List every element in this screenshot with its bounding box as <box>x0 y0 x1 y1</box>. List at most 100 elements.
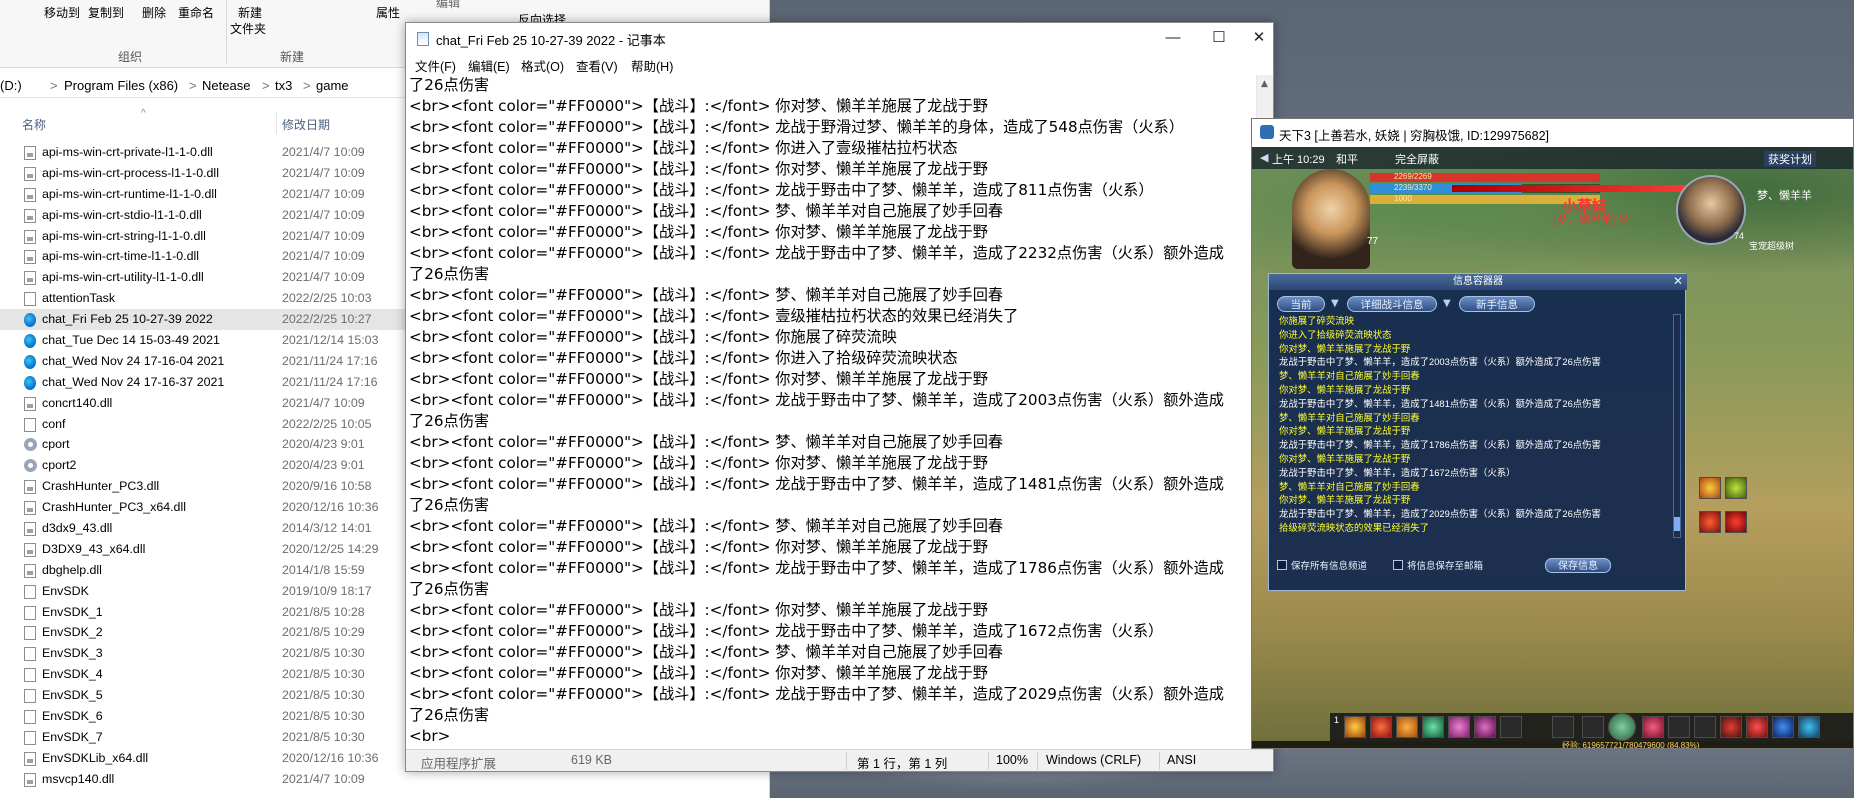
text-line: <br><font color="#FF0000">【战斗】:</font> 你… <box>409 664 988 682</box>
save-info-button[interactable]: 保存信息 <box>1545 558 1611 573</box>
save-all-checkbox[interactable] <box>1277 560 1287 570</box>
pk-mode-button[interactable]: 和平 <box>1336 151 1358 167</box>
tab-current[interactable]: 当前 <box>1277 296 1325 312</box>
log-line: 梦、懒羊羊对自己施展了妙手回春 <box>1279 480 1420 492</box>
column-divider[interactable] <box>276 112 277 134</box>
text-line: <br><font color="#FF0000">【战斗】:</font> 龙… <box>409 118 1184 136</box>
skill-bar: 1 7 8 9 <box>1330 713 1853 741</box>
skill-slot[interactable] <box>1500 716 1522 738</box>
game-titlebar[interactable]: 天下3 [上善若水, 妖娆 | 穷胸极饿, ID:129975682] <box>1252 119 1853 147</box>
skill-slot[interactable] <box>1725 511 1747 533</box>
skill-slot[interactable] <box>1396 716 1418 738</box>
text-line: 了26点伤害 <box>409 706 490 724</box>
menu-format[interactable]: 格式(O) <box>521 56 564 75</box>
minimize-button[interactable]: — <box>1151 26 1195 50</box>
skill-slot[interactable] <box>1344 716 1366 738</box>
target-level: 74 <box>1734 231 1745 241</box>
skill-slot[interactable] <box>1370 716 1392 738</box>
dropdown-icon[interactable]: ▼ <box>1331 298 1339 309</box>
skill-slot[interactable] <box>1772 716 1794 738</box>
new-folder-button-line2[interactable]: 文件夹 <box>230 20 266 37</box>
notepad-titlebar[interactable]: chat_Fri Feb 25 10-27-39 2022 - 记事本 — ☐ … <box>406 23 1273 53</box>
skill-slot[interactable] <box>1699 477 1721 499</box>
breadcrumb-game[interactable]: game <box>316 78 349 93</box>
skill-slot[interactable] <box>1582 716 1604 738</box>
menu-file[interactable]: 文件(F) <box>415 56 456 75</box>
skill-slot[interactable] <box>1725 477 1747 499</box>
player-portrait[interactable] <box>1292 169 1370 269</box>
log-line: 梦、懒羊羊对自己施展了妙手回春 <box>1279 411 1420 423</box>
file-date: 2020/4/23 9:01 <box>282 458 365 473</box>
copy-to-button[interactable]: 复制到 <box>88 4 124 21</box>
game-scene[interactable]: ◀ 上午 10:29 和平 完全屏蔽 获奖计划 2269/2269 2239/3… <box>1252 147 1853 748</box>
file-date: 2021/4/7 10:09 <box>282 207 365 222</box>
column-name[interactable]: 名称 <box>22 116 46 133</box>
target-tag[interactable]: 宝宠超级树 <box>1749 239 1794 252</box>
game-app-icon <box>1260 125 1274 139</box>
skill-slot[interactable] <box>1746 716 1768 738</box>
rename-button[interactable]: 重命名 <box>178 4 214 21</box>
edge-icon <box>24 334 36 349</box>
breadcrumb-tx3[interactable]: tx3 <box>275 78 292 93</box>
skill-slot[interactable] <box>1552 716 1574 738</box>
skill-slot[interactable] <box>1642 716 1664 738</box>
close-icon[interactable]: ✕ <box>1673 274 1683 288</box>
skill-slot[interactable] <box>1668 716 1690 738</box>
file-name: dbghelp.dll <box>42 562 102 577</box>
notepad-text-area[interactable]: 了26点伤害 <br><font color="#FF0000">【战斗】:</f… <box>409 75 1263 755</box>
edit-button[interactable]: 编辑 <box>436 0 460 11</box>
file-name: api-ms-win-crt-utility-l1-1-0.dll <box>42 270 204 285</box>
breadcrumb-drive[interactable]: (D:) <box>0 78 22 93</box>
file-date: 2021/4/7 10:09 <box>282 270 365 285</box>
scroll-up-icon[interactable]: ▲ <box>1261 79 1268 89</box>
log-scrollbar[interactable] <box>1673 314 1681 538</box>
menu-help[interactable]: 帮助(H) <box>631 56 673 75</box>
skill-slot[interactable] <box>1699 511 1721 533</box>
dialog-title[interactable]: 信息容器器 <box>1269 274 1687 290</box>
maximize-button[interactable]: ☐ <box>1197 26 1241 50</box>
skill-slot[interactable] <box>1798 716 1820 738</box>
close-button[interactable]: ✕ <box>1243 26 1275 50</box>
breadcrumb-netease[interactable]: Netease <box>202 78 250 93</box>
column-modified[interactable]: 修改日期 <box>282 116 330 133</box>
move-to-button[interactable]: 移动到 <box>44 4 80 21</box>
text-line: <br><font color="#FF0000">【战斗】:</font> 你… <box>409 160 988 178</box>
file-icon <box>24 689 36 704</box>
file-date: 2020/12/16 10:36 <box>282 500 379 515</box>
skill-slot[interactable] <box>1448 716 1470 738</box>
dll-icon <box>24 146 36 160</box>
new-folder-button[interactable]: 新建 <box>238 4 262 21</box>
properties-button[interactable]: 属性 <box>376 4 400 21</box>
delete-button[interactable]: 删除 <box>142 4 166 21</box>
scroll-thumb[interactable] <box>1674 517 1680 531</box>
file-name: api-ms-win-crt-time-l1-1-0.dll <box>42 249 199 264</box>
file-date: 2021/12/14 15:03 <box>282 333 379 348</box>
file-name: attentionTask <box>42 291 116 306</box>
hp-value: 2269/2269 <box>1394 172 1432 181</box>
compass-icon[interactable] <box>1608 713 1636 741</box>
breadcrumb-program-files[interactable]: Program Files (x86) <box>64 78 178 93</box>
file-date: 2020/9/16 10:58 <box>282 479 372 494</box>
settings-icon[interactable]: ◀ <box>1260 151 1268 164</box>
save-all-label: 保存所有信息频道 <box>1291 561 1368 572</box>
file-name: EnvSDK_1 <box>42 604 103 619</box>
skill-slot[interactable] <box>1720 716 1742 738</box>
log-line: 你对梦、懒羊羊施展了龙战于野 <box>1279 425 1411 437</box>
skill-slot[interactable] <box>1422 716 1444 738</box>
menu-edit[interactable]: 编辑(E) <box>468 56 510 75</box>
player-level: 77 <box>1367 236 1379 247</box>
text-line: 了26点伤害 <box>409 496 490 514</box>
text-line: <br> <box>409 727 451 745</box>
skill-slot[interactable] <box>1694 716 1716 738</box>
skill-slot[interactable] <box>1474 716 1496 738</box>
shield-mode-button[interactable]: 完全屏蔽 <box>1395 151 1439 167</box>
plan-button[interactable]: 获奖计划 <box>1764 151 1816 167</box>
tab-detail-battle[interactable]: 详细战斗信息 <box>1347 296 1437 312</box>
tab-newbie[interactable]: 新手信息 <box>1459 296 1535 312</box>
dropdown-icon[interactable]: ▼ <box>1443 298 1451 309</box>
message-dialog: 信息容器器 ✕ 当前 ▼ 详细战斗信息 ▼ 新手信息 你施展了碎荧流映 你进入了拾… <box>1268 273 1687 591</box>
log-line: 龙战于野击中了梦、懒羊羊，造成了1481点伤害（火系）额外造成了26点伤害 <box>1279 397 1601 409</box>
file-name: d3dx9_43.dll <box>42 521 113 536</box>
save-mail-checkbox[interactable] <box>1393 560 1403 570</box>
menu-view[interactable]: 查看(V) <box>576 56 618 75</box>
